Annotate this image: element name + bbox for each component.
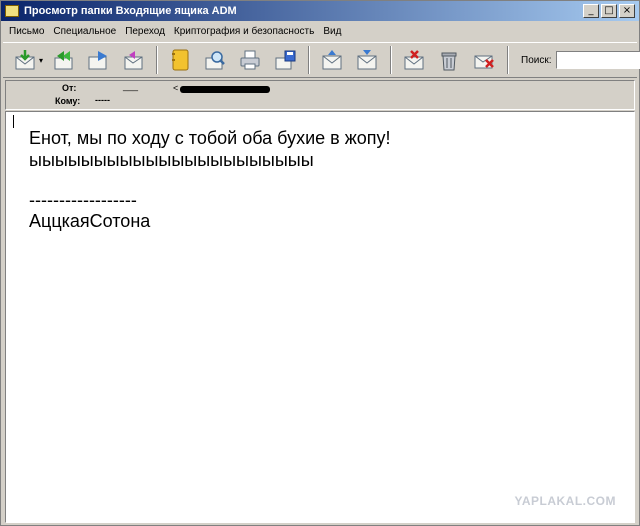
menu-crypto[interactable]: Криптография и безопасность: [174, 26, 314, 37]
title-bar[interactable]: Просмотр папки Входящие ящика ADM _ □ ×: [1, 1, 639, 21]
window-title: Просмотр папки Входящие ящика ADM: [24, 5, 237, 17]
address-book-button[interactable]: [168, 48, 192, 72]
find-icon: [205, 51, 225, 70]
toolbar-separator: [308, 46, 311, 74]
print-icon: [240, 50, 260, 70]
reply-all-button[interactable]: [51, 48, 75, 72]
junk-icon: [474, 55, 494, 69]
menu-go[interactable]: Переход: [125, 26, 165, 37]
trash-button[interactable]: [437, 48, 461, 72]
print-button[interactable]: [238, 48, 262, 72]
get-mail-button[interactable]: [13, 48, 37, 72]
text-caret: [13, 115, 14, 128]
watermark: YAPLAKAL.COM: [514, 494, 616, 508]
previous-message-icon: [322, 50, 342, 70]
mail-get-icon: [15, 50, 35, 70]
reply-all-icon: [54, 51, 73, 70]
window-controls: _ □ ×: [583, 4, 635, 18]
previous-message-button[interactable]: [320, 48, 344, 72]
next-message-icon: [357, 50, 377, 70]
delete-mark-button[interactable]: [402, 48, 426, 72]
save-icon: [275, 50, 296, 70]
toolbar: ▾ Поиск:: [3, 42, 640, 78]
menu-letter[interactable]: Письмо: [9, 26, 44, 37]
toolbar-separator: [390, 46, 393, 74]
message-body[interactable]: Енот, мы по ходу с тобой оба бухие в жоп…: [5, 111, 635, 523]
menu-bar: Письмо Специальное Переход Криптография …: [1, 22, 350, 41]
get-mail-dropdown[interactable]: ▾: [39, 56, 43, 65]
save-button[interactable]: [273, 48, 297, 72]
redacted-sender-address: [180, 86, 270, 93]
signature-separator: ------------------: [29, 190, 137, 210]
maximize-button[interactable]: □: [601, 4, 617, 18]
address-book-icon: [172, 49, 189, 71]
next-message-button[interactable]: [355, 48, 379, 72]
trash-icon: [441, 52, 457, 71]
to-label: Кому:: [55, 96, 81, 106]
close-button[interactable]: ×: [619, 4, 635, 18]
message-line: Енот, мы по ходу с тобой оба бухие в жоп…: [29, 128, 391, 148]
forward-button[interactable]: [86, 48, 110, 72]
to-value: -----: [95, 95, 110, 105]
forward-icon: [88, 51, 108, 70]
menu-view[interactable]: Вид: [323, 26, 341, 37]
minimize-button[interactable]: _: [583, 4, 599, 18]
toolbar-separator: [507, 46, 510, 74]
junk-button[interactable]: [472, 48, 496, 72]
from-name: ___: [123, 81, 139, 91]
reply-icon: [124, 51, 143, 70]
search-input[interactable]: [555, 51, 640, 69]
menu-special[interactable]: Специальное: [53, 26, 116, 37]
search-label: Поиск:: [521, 54, 552, 66]
signature-name: АццкаяСотона: [29, 211, 151, 231]
message-line: ыыыыыыыыыыыыыыыыыыыыыы: [29, 150, 314, 170]
folder-icon: [5, 5, 19, 17]
delete-mark-icon: [404, 50, 424, 70]
from-label: От:: [62, 83, 77, 93]
find-button[interactable]: [203, 48, 227, 72]
reply-button[interactable]: [121, 48, 145, 72]
toolbar-separator: [156, 46, 159, 74]
from-address-bracket: <: [173, 83, 179, 93]
mail-viewer-window: Просмотр папки Входящие ящика ADM _ □ × …: [0, 0, 640, 526]
message-header: От: ___ < Кому: -----: [5, 80, 635, 110]
